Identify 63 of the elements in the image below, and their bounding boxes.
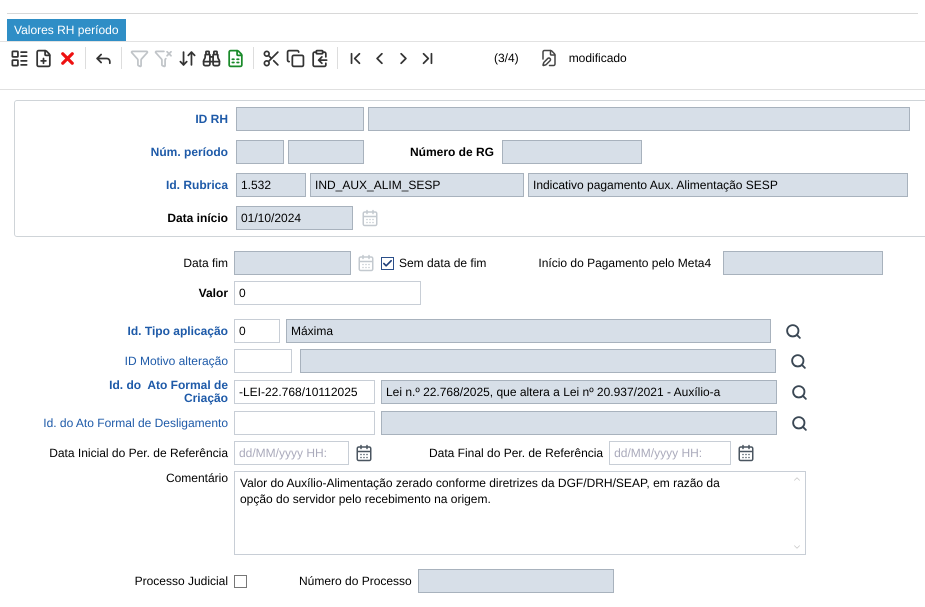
field-label: Data Final do Per. de Referência <box>429 446 604 460</box>
field-label: Id. do Ato Formal de Criação <box>108 379 228 405</box>
text-field[interactable]: 0 <box>234 319 280 343</box>
text-field[interactable] <box>381 411 777 435</box>
spreadsheet-icon[interactable] <box>226 48 245 68</box>
scissors-icon[interactable] <box>262 48 281 68</box>
record-counter: (3/4) <box>494 50 519 67</box>
calendar-icon[interactable] <box>355 444 373 462</box>
field-label: Id. Tipo aplicação <box>128 324 228 338</box>
text-field[interactable]: 01/10/2024 <box>236 206 353 230</box>
comment-text: Valor do Auxílio-Alimentação zerado conforme diretrizes da DGF/DRH/SEAP, em razão da opção do servidor pelo recebimento na origem. <box>240 475 721 507</box>
text-field[interactable]: dd/MM/yyyy HH: <box>234 441 349 465</box>
field-label: Processo Judicial <box>134 574 228 588</box>
text-field[interactable] <box>502 140 642 164</box>
text-field[interactable] <box>236 140 284 164</box>
checkbox[interactable] <box>381 256 394 270</box>
field-label: Valor <box>198 286 228 300</box>
checkbox[interactable] <box>234 574 247 588</box>
field-label: Número do Processo <box>299 574 412 588</box>
field-label: Id. Rubrica <box>166 178 228 192</box>
text-field[interactable]: Máxima <box>286 319 771 343</box>
field-label: Id. do Ato Formal de Desligamento <box>43 416 228 430</box>
text-field[interactable] <box>234 251 351 275</box>
text-field[interactable] <box>723 251 884 275</box>
field-label: Data Inicial do Per. de Referência <box>49 446 228 460</box>
paste-icon[interactable] <box>310 48 329 68</box>
text-field[interactable]: Lei n.º 22.768/2025, que altera a Lei nº 20.937/2021 - Auxílio-a <box>381 380 777 404</box>
record-status: modificado <box>568 50 627 67</box>
new-document-icon[interactable] <box>34 48 53 68</box>
search-icon[interactable] <box>790 352 807 370</box>
text-field[interactable]: dd/MM/yyyy HH: <box>609 441 732 465</box>
search-icon[interactable] <box>791 384 808 400</box>
field-label: Comentário <box>166 471 228 486</box>
field-label: ID Motivo alteração <box>124 354 228 368</box>
calendar-icon[interactable] <box>737 444 756 462</box>
field-label: Núm. período <box>150 144 228 160</box>
text-field[interactable]: Indicativo pagamento Aux. Alimentação SESP <box>528 173 908 197</box>
search-icon[interactable] <box>785 322 802 340</box>
field-label: Início do Pagamento pelo Meta4 <box>538 256 712 270</box>
binoculars-icon[interactable] <box>202 48 221 68</box>
edit-document-icon <box>540 49 558 67</box>
copy-icon[interactable] <box>286 48 305 68</box>
field-label: Número de RG <box>410 144 494 160</box>
text-field[interactable]: 1.532 <box>236 173 306 197</box>
text-field[interactable] <box>288 140 364 164</box>
text-field[interactable] <box>368 107 910 131</box>
field-label: ID RH <box>195 112 228 126</box>
checkbox-label: Sem data de fim <box>399 255 486 272</box>
text-field[interactable] <box>418 569 614 593</box>
text-field[interactable] <box>234 349 292 373</box>
text-field[interactable]: 0 <box>234 281 421 305</box>
sort-icon[interactable] <box>178 48 197 68</box>
text-field[interactable]: IND_AUX_ALIM_SESP <box>310 173 524 197</box>
form-icon[interactable] <box>10 48 29 68</box>
field-label: Data fim <box>183 256 228 270</box>
comment-field[interactable]: Valor do Auxílio-Alimentação zerado conforme diretrizes da DGF/DRH/SEAP, em razão da opção do servidor pelo recebimento na origem. <box>234 471 806 555</box>
text-field[interactable] <box>300 349 776 373</box>
text-field[interactable] <box>234 411 375 435</box>
text-field[interactable] <box>236 107 364 131</box>
field-label: Data início <box>167 210 228 226</box>
text-field[interactable]: -LEI-22.768/10112025 <box>234 380 375 404</box>
panel-tab[interactable]: Valores RH período <box>7 19 126 41</box>
search-icon[interactable] <box>791 414 808 432</box>
